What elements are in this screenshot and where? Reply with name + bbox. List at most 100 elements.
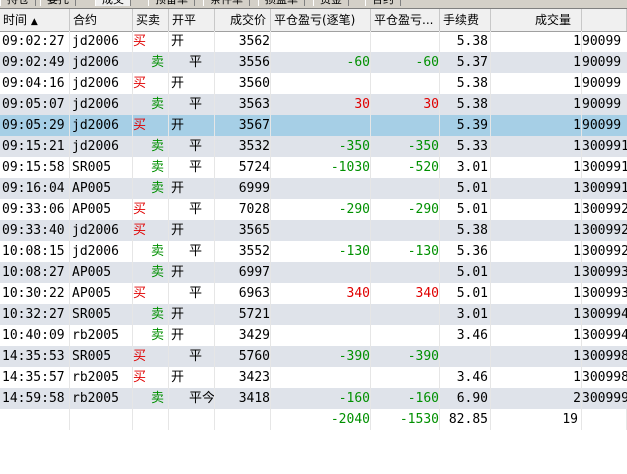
- table-row[interactable]: 10:08:15 jd2006 卖平 3552 -130 -130 5.36 1 300992: [0, 241, 627, 262]
- tab-1[interactable]: 委托: [40, 0, 76, 6]
- trade-direction: 卖: [133, 388, 169, 409]
- tab-6[interactable]: 资金: [313, 0, 349, 6]
- tab-2[interactable]: 成交: [95, 0, 131, 6]
- trade-direction: 卖: [133, 325, 169, 346]
- trade-direction: 卖: [133, 241, 169, 262]
- table-row[interactable]: 14:35:57 rb2005 买开 3423 3.46 1 300998: [0, 367, 627, 388]
- column-header-trade-no[interactable]: [582, 9, 627, 31]
- fee: 3.01: [440, 157, 491, 178]
- table-row[interactable]: 09:04:16 jd2006 买开 3560 5.38 1 90099: [0, 73, 627, 94]
- trade-direction: 买: [133, 73, 169, 94]
- pnl-cumulative: -390: [371, 346, 440, 367]
- table-row[interactable]: 09:05:07 jd2006 卖平 3563 30 30 5.38 1 90099: [0, 94, 627, 115]
- trade-time: 09:02:49: [0, 52, 70, 73]
- pnl-cumulative: -520: [371, 157, 440, 178]
- table-row[interactable]: 09:16:04 AP005 卖开 6999 5.01 1 300991: [0, 178, 627, 199]
- totals-blank: [215, 409, 271, 430]
- trade-qty: 1: [491, 73, 582, 94]
- contract-code: jd2006: [70, 31, 133, 52]
- column-header-pnl-cum[interactable]: 平仓盈亏...: [371, 9, 440, 31]
- trade-time: 09:33:06: [0, 199, 70, 220]
- tab-3[interactable]: 预备单: [148, 0, 195, 6]
- open-close-flag: 平: [169, 346, 215, 367]
- trade-qty: 1: [491, 136, 582, 157]
- trade-price: 5760: [215, 346, 271, 367]
- column-header-fee[interactable]: 手续费: [440, 9, 491, 31]
- trade-number: 300999: [582, 391, 627, 406]
- open-close-flag: 开: [169, 178, 215, 199]
- pnl-cumulative: -130: [371, 241, 440, 262]
- open-close-flag: 平: [169, 283, 215, 304]
- trade-qty: 1: [491, 157, 582, 178]
- fee: 5.38: [440, 94, 491, 115]
- total-pnl-cumulative: -1530: [371, 409, 440, 430]
- table-row[interactable]: 09:02:27 jd2006 买开 3562 5.38 1 90099: [0, 31, 627, 52]
- contract-code: AP005: [70, 262, 133, 283]
- column-header-price[interactable]: 成交价: [215, 9, 271, 31]
- trade-qty: 1: [491, 31, 582, 52]
- pnl-single: -350: [271, 136, 371, 157]
- trade-number: 300991: [582, 160, 627, 175]
- trade-time: 10:08:27: [0, 262, 70, 283]
- table-row[interactable]: 10:40:09 rb2005 卖开 3429 3.46 1 300994: [0, 325, 627, 346]
- table-row[interactable]: 09:33:40 jd2006 买开 3565 5.38 1 300992: [0, 220, 627, 241]
- tab-7[interactable]: 合约: [365, 0, 401, 6]
- tab-5[interactable]: 损盈单: [258, 0, 305, 6]
- pnl-single: [271, 220, 371, 241]
- tab-4[interactable]: 条件单: [203, 0, 250, 6]
- contract-code: rb2005: [70, 367, 133, 388]
- trade-price: 3418: [215, 388, 271, 409]
- totals-row: -2040 -1530 82.85 19: [0, 409, 627, 430]
- column-header-qty-label: 成交量: [534, 13, 571, 27]
- tab-strip: 持仓委托 成交 预备单 条件单 损盈单 资金 合约: [0, 0, 627, 9]
- open-close-flag: 开: [169, 31, 215, 52]
- column-header-direction[interactable]: 买卖: [133, 9, 169, 31]
- table-row[interactable]: 09:33:06 AP005 买平 7028 -290 -290 5.01 1 300992: [0, 199, 627, 220]
- pnl-cumulative: [371, 178, 440, 199]
- pnl-cumulative: -160: [371, 388, 440, 409]
- column-header-open-close[interactable]: 开平: [169, 9, 215, 31]
- trade-time: 10:32:27: [0, 304, 70, 325]
- pnl-single: [271, 367, 371, 388]
- pnl-cumulative: [371, 325, 440, 346]
- pnl-cumulative: 340: [371, 283, 440, 304]
- table-row[interactable]: 09:05:29 jd2006 买开 3567 5.39 1 90099: [0, 115, 627, 136]
- pnl-single: 30: [271, 94, 371, 115]
- pnl-single: -1030: [271, 157, 371, 178]
- table-row[interactable]: 09:15:58 SR005 卖平 5724 -1030 -520 3.01 1 300991: [0, 157, 627, 178]
- column-header-code[interactable]: 合约: [70, 9, 133, 31]
- open-close-flag: 开: [169, 367, 215, 388]
- trade-number: 300994: [582, 307, 627, 322]
- sort-ascending-icon: ▲: [30, 17, 38, 27]
- trade-qty: 1: [491, 178, 582, 199]
- trade-direction: 卖: [133, 178, 169, 199]
- fee: 5.33: [440, 136, 491, 157]
- trade-time: 09:05:07: [0, 94, 70, 115]
- table-row[interactable]: 10:08:27 AP005 卖开 6997 5.01 1 300993: [0, 262, 627, 283]
- trade-price: 3556: [215, 52, 271, 73]
- open-close-flag: 平: [169, 136, 215, 157]
- table-row[interactable]: 14:59:58 rb2005 卖平今 3418 -160 -160 6.90 2 300999: [0, 388, 627, 409]
- trade-direction: 买: [133, 220, 169, 241]
- column-header-time[interactable]: 时间 ▲: [0, 9, 70, 31]
- contract-code: SR005: [70, 304, 133, 325]
- table-row[interactable]: 10:32:27 SR005 卖开 5721 3.01 1 300994: [0, 304, 627, 325]
- table-row[interactable]: 09:15:21 jd2006 卖平 3532 -350 -350 5.33 1 300991: [0, 136, 627, 157]
- trade-number: 300992: [582, 202, 627, 217]
- pnl-single: [271, 178, 371, 199]
- tab-0[interactable]: 持仓: [0, 0, 36, 6]
- trade-price: 7028: [215, 199, 271, 220]
- trade-price: 3423: [215, 367, 271, 388]
- contract-code: rb2005: [70, 388, 133, 409]
- pnl-cumulative: [371, 220, 440, 241]
- trade-time: 09:15:58: [0, 157, 70, 178]
- column-header-direction-label: 买卖: [136, 13, 161, 27]
- table-row[interactable]: 10:30:22 AP005 买平 6963 340 340 5.01 1 300993: [0, 283, 627, 304]
- table-row[interactable]: 14:35:53 SR005 买平 5760 -390 -390 1 300998: [0, 346, 627, 367]
- table-row[interactable]: 09:02:49 jd2006 卖平 3556 -60 -60 5.37 1 90099: [0, 52, 627, 73]
- total-pnl-single: -2040: [271, 409, 371, 430]
- column-header-pnl-single[interactable]: 平仓盈亏(逐笔): [271, 9, 371, 31]
- contract-code: jd2006: [70, 136, 133, 157]
- fee: 5.38: [440, 31, 491, 52]
- column-header-qty[interactable]: 成交量: [491, 9, 582, 31]
